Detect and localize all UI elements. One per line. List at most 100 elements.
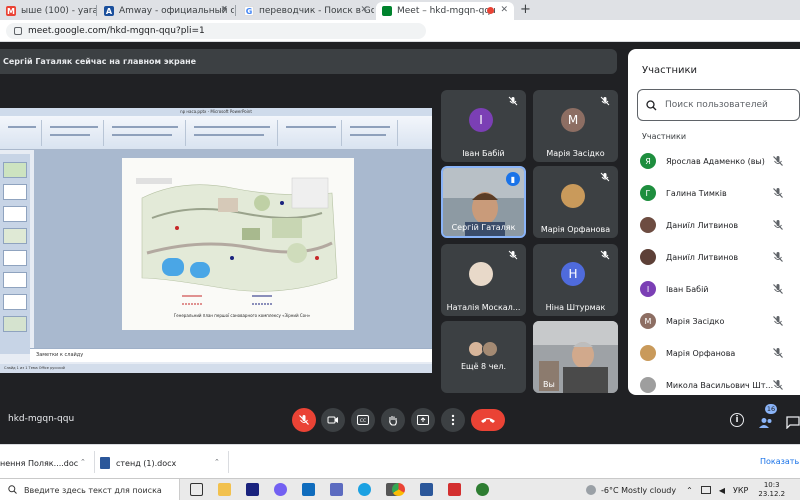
close-tab-icon[interactable]: ✕ bbox=[360, 5, 368, 15]
tile-name: Сергій Гаталяк bbox=[451, 223, 516, 232]
tab-google-search[interactable]: G переводчик - Поиск в Google ✕ bbox=[238, 2, 374, 20]
tab-label: Meet – hkd-mgqn-qqu bbox=[397, 6, 496, 16]
system-tray: -6°C Mostly cloudy ⌃ ◀ УКР 10:3 23.12.2 bbox=[586, 479, 785, 500]
avatar-photo bbox=[640, 345, 656, 361]
mic-off-icon[interactable] bbox=[772, 187, 784, 199]
download-shelf: нення Поляк....doc ⌃ стенд (1).docx ⌃ По… bbox=[0, 444, 800, 478]
red-app-icon[interactable] bbox=[448, 483, 461, 496]
taskbar-search-input[interactable]: Введите здесь текст для поиска bbox=[0, 479, 180, 500]
close-tab-icon[interactable]: ✕ bbox=[500, 5, 508, 15]
download-filename: стенд (1).docx bbox=[116, 458, 177, 468]
avatar: Г bbox=[640, 185, 656, 201]
mic-off-icon bbox=[508, 96, 518, 106]
tile-name: Іван Бабій bbox=[462, 149, 505, 158]
participant-name: Даниїл Литвинов bbox=[666, 252, 739, 262]
participant-row[interactable]: Г Галина Тимків bbox=[628, 178, 800, 208]
participant-row[interactable]: Микола Васильович Шт... bbox=[628, 370, 800, 400]
avatar: М bbox=[561, 108, 585, 132]
clock-time: 10:3 bbox=[763, 481, 780, 489]
chevron-up-icon[interactable]: ⌃ bbox=[686, 486, 693, 495]
svg-text:CC: CC bbox=[360, 418, 366, 424]
url-field[interactable]: meet.google.com/hkd-mgqn-qqu?pli=1 bbox=[6, 23, 426, 39]
mic-off-icon[interactable] bbox=[772, 315, 784, 327]
participant-tile[interactable]: М Марія Засідко bbox=[533, 90, 618, 162]
participant-tile[interactable]: Н Ніна Штурмак bbox=[533, 244, 618, 316]
participant-name: Галина Тимків bbox=[666, 188, 727, 198]
file-explorer-icon[interactable] bbox=[218, 483, 231, 496]
participant-row[interactable]: Даниїл Литвинов bbox=[628, 242, 800, 272]
mail-icon[interactable] bbox=[302, 483, 315, 496]
tile-name: Марія Засідко bbox=[546, 149, 605, 158]
address-bar-row: meet.google.com/hkd-mgqn-qqu?pli=1 bbox=[0, 20, 800, 42]
leave-call-button[interactable] bbox=[471, 409, 505, 431]
mic-toggle-button[interactable] bbox=[292, 408, 316, 432]
chevron-up-icon[interactable]: ⌃ bbox=[214, 458, 220, 466]
more-participants-tile[interactable]: Ещё 8 чел. bbox=[441, 321, 526, 393]
amway-icon: A bbox=[104, 6, 114, 16]
master-plan-slide: Генеральний план першої сановарного комп… bbox=[122, 158, 354, 330]
camera-toggle-button[interactable] bbox=[321, 408, 345, 432]
chevron-up-icon[interactable]: ⌃ bbox=[80, 458, 86, 466]
participant-row[interactable]: І Іван Бабій bbox=[628, 274, 800, 304]
word-icon[interactable] bbox=[420, 483, 433, 496]
avatar: І bbox=[640, 281, 656, 297]
green-app-icon[interactable] bbox=[476, 483, 489, 496]
gmail-icon: M bbox=[6, 6, 16, 16]
network-icon[interactable] bbox=[700, 486, 711, 494]
participant-row[interactable]: Марія Орфанова bbox=[628, 338, 800, 368]
tab-meet[interactable]: Meet – hkd-mgqn-qqu ✕ bbox=[376, 2, 514, 20]
slide-notes: Заметки к слайду bbox=[30, 348, 432, 362]
taskbar-search-placeholder: Введите здесь текст для поиска bbox=[24, 485, 162, 495]
participant-row[interactable]: Я Ярослав Адаменко (вы) bbox=[628, 146, 800, 176]
edge-icon[interactable] bbox=[358, 483, 371, 496]
task-view-icon[interactable] bbox=[190, 483, 203, 496]
participant-search-input[interactable]: Поиск пользователей bbox=[637, 89, 800, 121]
weather-icon[interactable] bbox=[586, 485, 596, 495]
mic-off-icon[interactable] bbox=[772, 219, 784, 231]
clock[interactable]: 10:3 23.12.2 bbox=[758, 481, 785, 499]
media-app-icon[interactable] bbox=[246, 483, 259, 496]
new-tab-button[interactable]: + bbox=[520, 2, 531, 17]
mic-off-icon[interactable] bbox=[772, 379, 784, 391]
captions-button[interactable]: CC bbox=[351, 408, 375, 432]
keyboard-language[interactable]: УКР bbox=[733, 486, 748, 495]
show-all-downloads-link[interactable]: Показать bbox=[760, 457, 799, 466]
volume-icon[interactable]: ◀ bbox=[719, 486, 725, 495]
hand-icon bbox=[389, 416, 397, 426]
meeting-info-button[interactable]: i bbox=[730, 413, 744, 427]
chat-icon bbox=[786, 416, 800, 430]
present-screen-button[interactable] bbox=[411, 408, 435, 432]
tile-name: Наталія Москал... bbox=[446, 303, 521, 312]
participant-count-badge: 16 bbox=[765, 404, 777, 414]
more-options-button[interactable] bbox=[441, 408, 465, 432]
participant-row[interactable]: М Марія Засідко bbox=[628, 306, 800, 336]
viber-icon[interactable] bbox=[274, 483, 287, 496]
raise-hand-button[interactable] bbox=[381, 408, 405, 432]
participant-tile-video[interactable]: ▮ Сергій Гаталяк bbox=[441, 166, 526, 238]
participant-tile[interactable]: Марія Орфанова bbox=[533, 166, 618, 238]
mic-off-icon[interactable] bbox=[772, 155, 784, 167]
meeting-code: hkd-mgqn-qqu bbox=[8, 414, 75, 424]
participant-tile[interactable]: Наталія Москал... bbox=[441, 244, 526, 316]
more-vert-icon bbox=[451, 414, 455, 426]
mic-off-icon[interactable] bbox=[772, 251, 784, 263]
tab-amway[interactable]: A Amway - официальный сайт и ✕ bbox=[98, 2, 234, 20]
tile-name: Ещё 8 чел. bbox=[461, 362, 506, 371]
download-item[interactable]: нення Поляк....doc bbox=[0, 453, 86, 473]
presenting-banner: Сергій Гаталяк сейчас на главном экране bbox=[0, 49, 617, 74]
close-tab-icon[interactable]: ✕ bbox=[220, 5, 228, 15]
avatar-photo bbox=[469, 262, 493, 286]
self-view-tile[interactable]: Вы bbox=[533, 321, 618, 393]
mic-off-icon[interactable] bbox=[772, 347, 784, 359]
tab-gmail[interactable]: M ыше (100) - yarad1964@g bbox=[0, 2, 96, 20]
participant-tile[interactable]: І Іван Бабій bbox=[441, 90, 526, 162]
people-button[interactable]: 16 bbox=[758, 404, 777, 428]
weather-text[interactable]: -6°C Mostly cloudy bbox=[601, 486, 676, 495]
chrome-icon[interactable] bbox=[392, 483, 405, 496]
download-item[interactable]: стенд (1).docx bbox=[100, 453, 220, 473]
mic-off-icon[interactable] bbox=[772, 283, 784, 295]
store-icon[interactable] bbox=[330, 483, 343, 496]
chat-button[interactable] bbox=[786, 414, 800, 430]
participant-row[interactable]: Даниїл Литвинов bbox=[628, 210, 800, 240]
search-icon bbox=[8, 485, 17, 494]
